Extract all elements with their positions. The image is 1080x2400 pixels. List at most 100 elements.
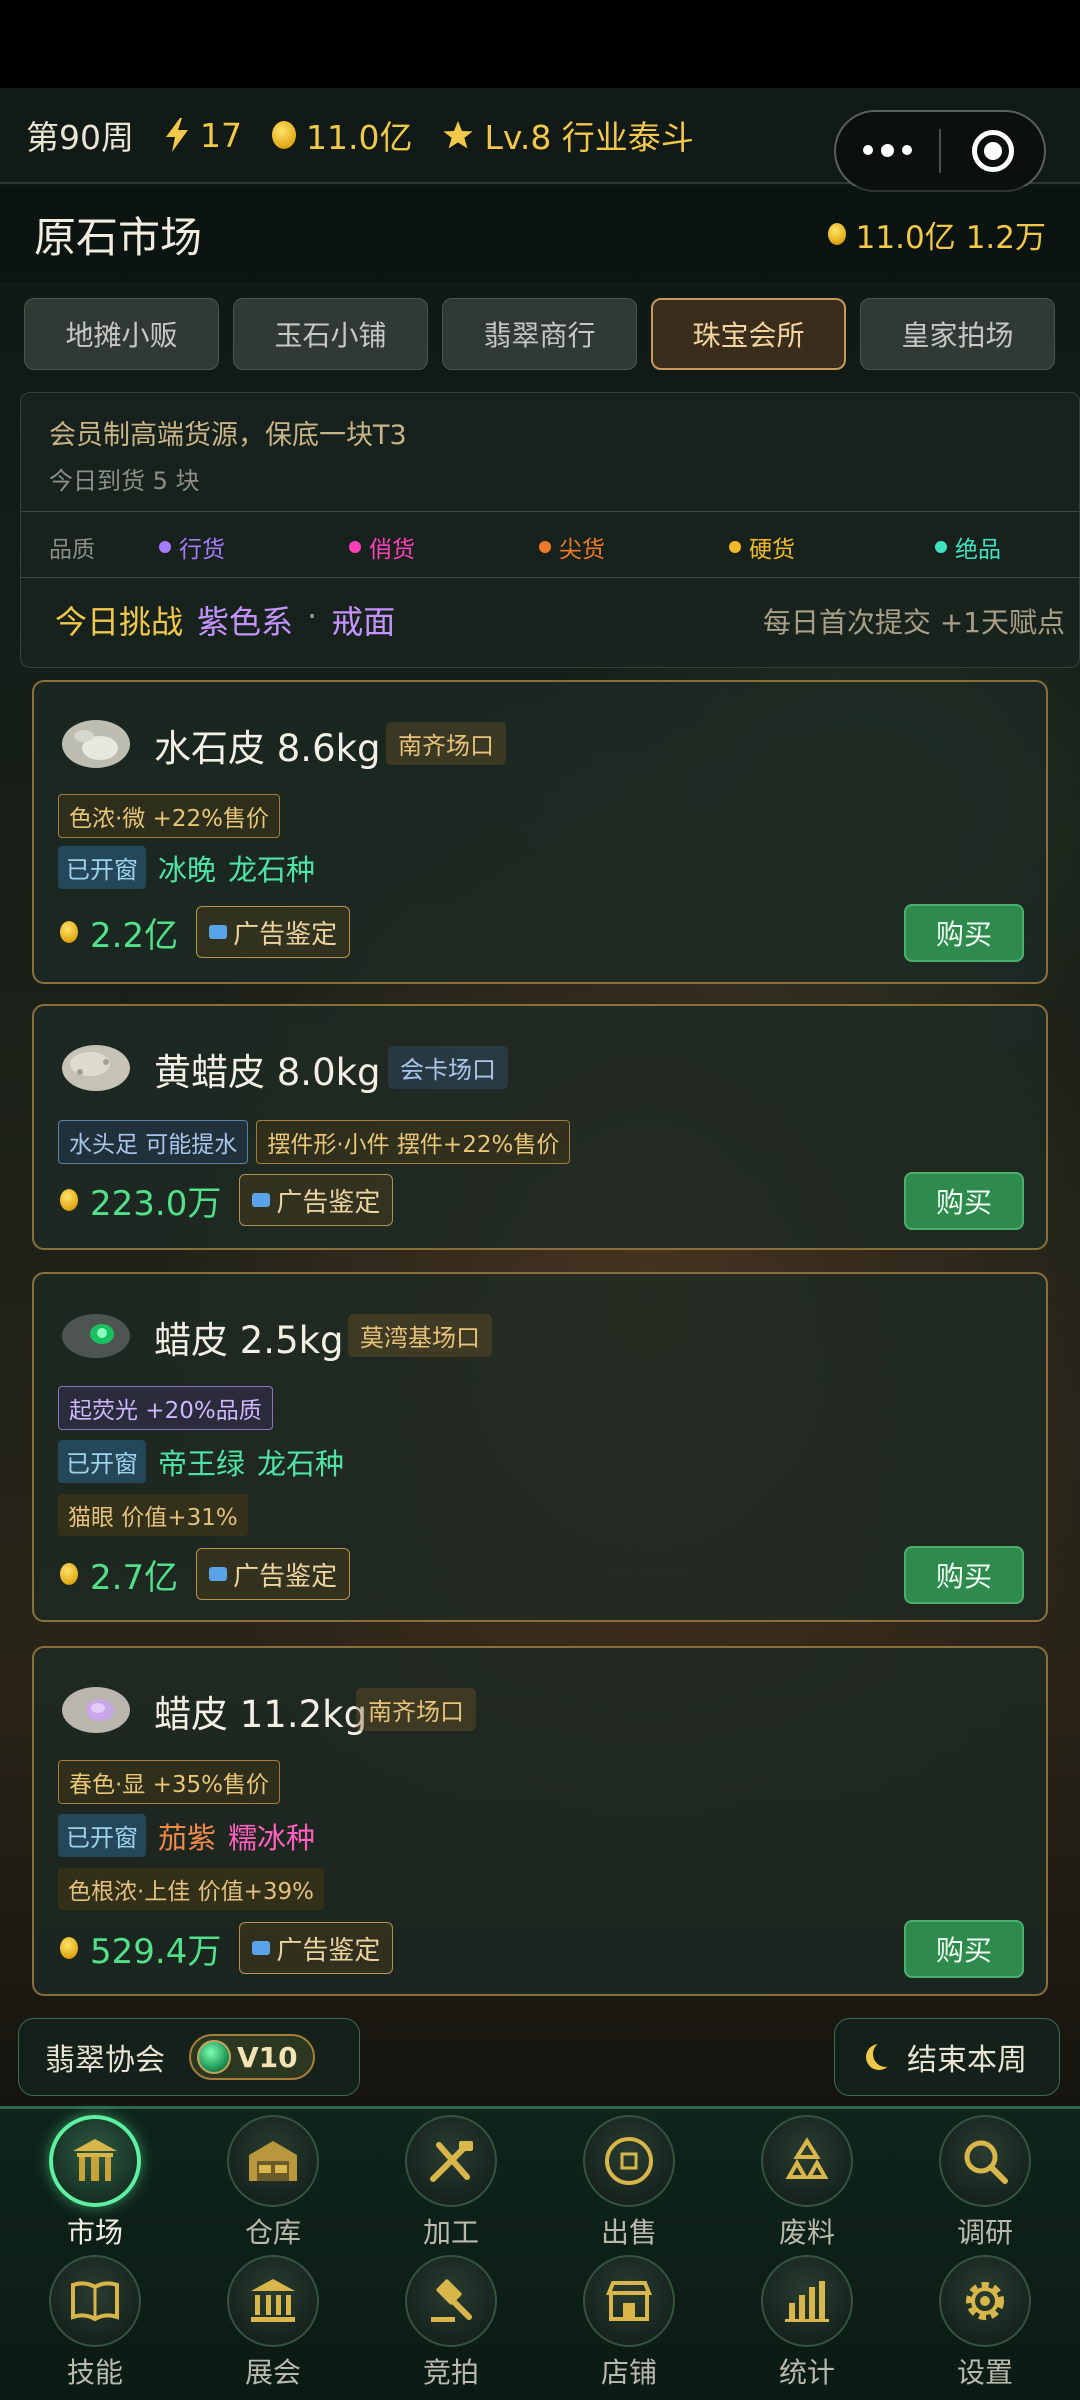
stone-name: 蜡皮 11.2kg [154,1693,368,1736]
price-value: 2.7亿 [90,1557,179,1598]
coin-icon [827,223,846,245]
quality-item: 硬货 [729,530,919,564]
ad-appraise-button[interactable]: 广告鉴定 [239,1174,394,1226]
recycle-icon [761,2115,853,2207]
tab-royal-auction[interactable]: 皇家拍场 [860,298,1055,370]
price-value: 223.0万 [90,1183,222,1224]
vip-badge: V10 [189,2034,315,2080]
system-status-bar [0,0,1080,88]
nav-processing[interactable]: 加工 [362,2115,540,2251]
buy-button[interactable]: 购买 [904,1920,1024,1978]
origin-badge: 会卡场口 [388,1046,508,1089]
nav-exhibition[interactable]: 展会 [184,2255,362,2391]
page-title: 原石市场 [34,212,203,262]
tab-jadeite-firm[interactable]: 翡翠商行 [442,298,637,370]
end-week-label: 结束本周 [907,2043,1027,2078]
trait-tag: 色浓·微 +22%售价 [58,794,281,838]
lightning-icon [166,118,188,152]
nav-settings[interactable]: 设置 [896,2255,1074,2391]
challenge-color: 紫色系 [197,603,294,641]
nav-stats[interactable]: 统计 [718,2255,896,2391]
jade-color: 茄紫 [158,1820,217,1855]
more-menu-icon[interactable] [836,144,939,157]
quality-item: 绝品 [935,530,1001,564]
miniprogram-capsule [834,110,1046,192]
gem-icon [197,2040,231,2074]
stone-card: 蜡皮 11.2kg 南齐场口 春色·显 +35%售价 已开窗 茄紫 糯冰种 色根… [32,1646,1048,1996]
moon-icon [873,2041,899,2067]
warehouse-icon [227,2115,319,2207]
window-opened-badge: 已开窗 [58,1814,146,1857]
ad-appraise-button[interactable]: 广告鉴定 [239,1922,394,1974]
money-stat: 11.0亿 [272,111,412,159]
coin-sell-icon [583,2115,675,2207]
market-money: 11.0亿 1.2万 [827,212,1046,257]
coin-icon [60,921,78,943]
price-value: 2.2亿 [90,915,179,956]
market-money-value: 11.0亿 [855,219,956,256]
trait-tag: 起荧光 +20%品质 [58,1386,273,1430]
energy-stat: 17 [164,116,242,155]
tab-street-vendor[interactable]: 地摊小贩 [24,298,219,370]
nav-warehouse[interactable]: 仓库 [184,2115,362,2251]
jade-type: 龙石种 [257,1446,345,1481]
nav-scrap[interactable]: 废料 [718,2115,896,2251]
nav-skills[interactable]: 技能 [6,2255,184,2391]
tab-jade-shop[interactable]: 玉石小铺 [233,298,428,370]
stone-name: 黄蜡皮 8.0kg [154,1051,381,1094]
search-icon [939,2115,1031,2207]
trait-tag: 摆件形·小件 摆件+22%售价 [256,1120,571,1164]
buy-button[interactable]: 购买 [904,904,1024,962]
ad-appraise-button[interactable]: 广告鉴定 [196,906,351,958]
coin-icon [272,121,296,149]
tools-icon [405,2115,497,2207]
challenge-shape: 戒面 [331,603,396,641]
close-target-icon[interactable] [941,130,1044,172]
market-tabs: 地摊小贩 玉石小铺 翡翠商行 珠宝会所 皇家拍场 [24,298,1055,370]
buy-button[interactable]: 购买 [904,1546,1024,1604]
quality-item: 尖货 [539,530,729,564]
video-icon [209,925,228,939]
tab-jewelry-club[interactable]: 珠宝会所 [651,298,846,370]
stone-card: 黄蜡皮 8.0kg 会卡场口 水头足 可能提水 摆件形·小件 摆件+22%售价 … [32,1004,1048,1250]
daily-challenge[interactable]: 今日挑战 紫色系 · 戒面 [55,597,395,643]
market-gate-icon [49,2115,141,2207]
money-value: 11.0亿 [306,118,413,157]
quality-label: 品质 [49,537,95,563]
nav-shop[interactable]: 店铺 [540,2255,718,2391]
video-icon [209,1567,228,1581]
end-week-button[interactable]: 结束本周 [834,2018,1060,2096]
market-description: 会员制高端货源，保底一块T3 [49,420,407,451]
origin-badge: 莫湾基场口 [348,1314,492,1357]
coin-icon [60,1563,78,1585]
rough-stone-icon [62,1687,130,1733]
ad-appraise-button[interactable]: 广告鉴定 [196,1548,351,1600]
buy-button[interactable]: 购买 [904,1172,1024,1230]
book-icon [49,2255,141,2347]
jade-association-button[interactable]: 翡翠协会 V10 [18,2018,360,2096]
nav-research[interactable]: 调研 [896,2115,1074,2251]
association-label: 翡翠协会 [45,2043,165,2078]
stone-card: 水石皮 8.6kg 南齐场口 色浓·微 +22%售价 已开窗 冰晚 龙石种 2.… [32,680,1048,984]
stone-name: 蜡皮 2.5kg [154,1319,344,1362]
nav-market[interactable]: 市场 [6,2115,184,2251]
challenge-label: 今日挑战 [55,603,184,641]
nav-auction[interactable]: 竞拍 [362,2255,540,2391]
jade-type: 糯冰种 [228,1820,316,1855]
window-opened-badge: 已开窗 [58,846,146,889]
museum-icon [227,2255,319,2347]
energy-value: 17 [200,115,242,155]
shop-icon [583,2255,675,2347]
coin-icon [60,1937,78,1959]
nav-sell[interactable]: 出售 [540,2115,718,2251]
origin-badge: 南齐场口 [386,722,506,765]
quality-item: 俏货 [349,530,539,564]
market-info-panel: 会员制高端货源，保底一块T3 今日到货 5 块 品质 行货 俏货 尖货 硬货 绝… [20,392,1080,668]
stone-card: 蜡皮 2.5kg 莫湾基场口 起荧光 +20%品质 已开窗 帝王绿 龙石种 猫眼… [32,1272,1048,1622]
rough-stone-icon [62,720,130,768]
bar-chart-icon [761,2255,853,2347]
trait-tag: 色根浓·上佳 价值+39% [58,1868,325,1910]
level-value: Lv.8 行业泰斗 [484,118,694,157]
level-stat: Lv.8 行业泰斗 [442,111,694,159]
market-secondary-value: 1.2万 [965,219,1046,256]
